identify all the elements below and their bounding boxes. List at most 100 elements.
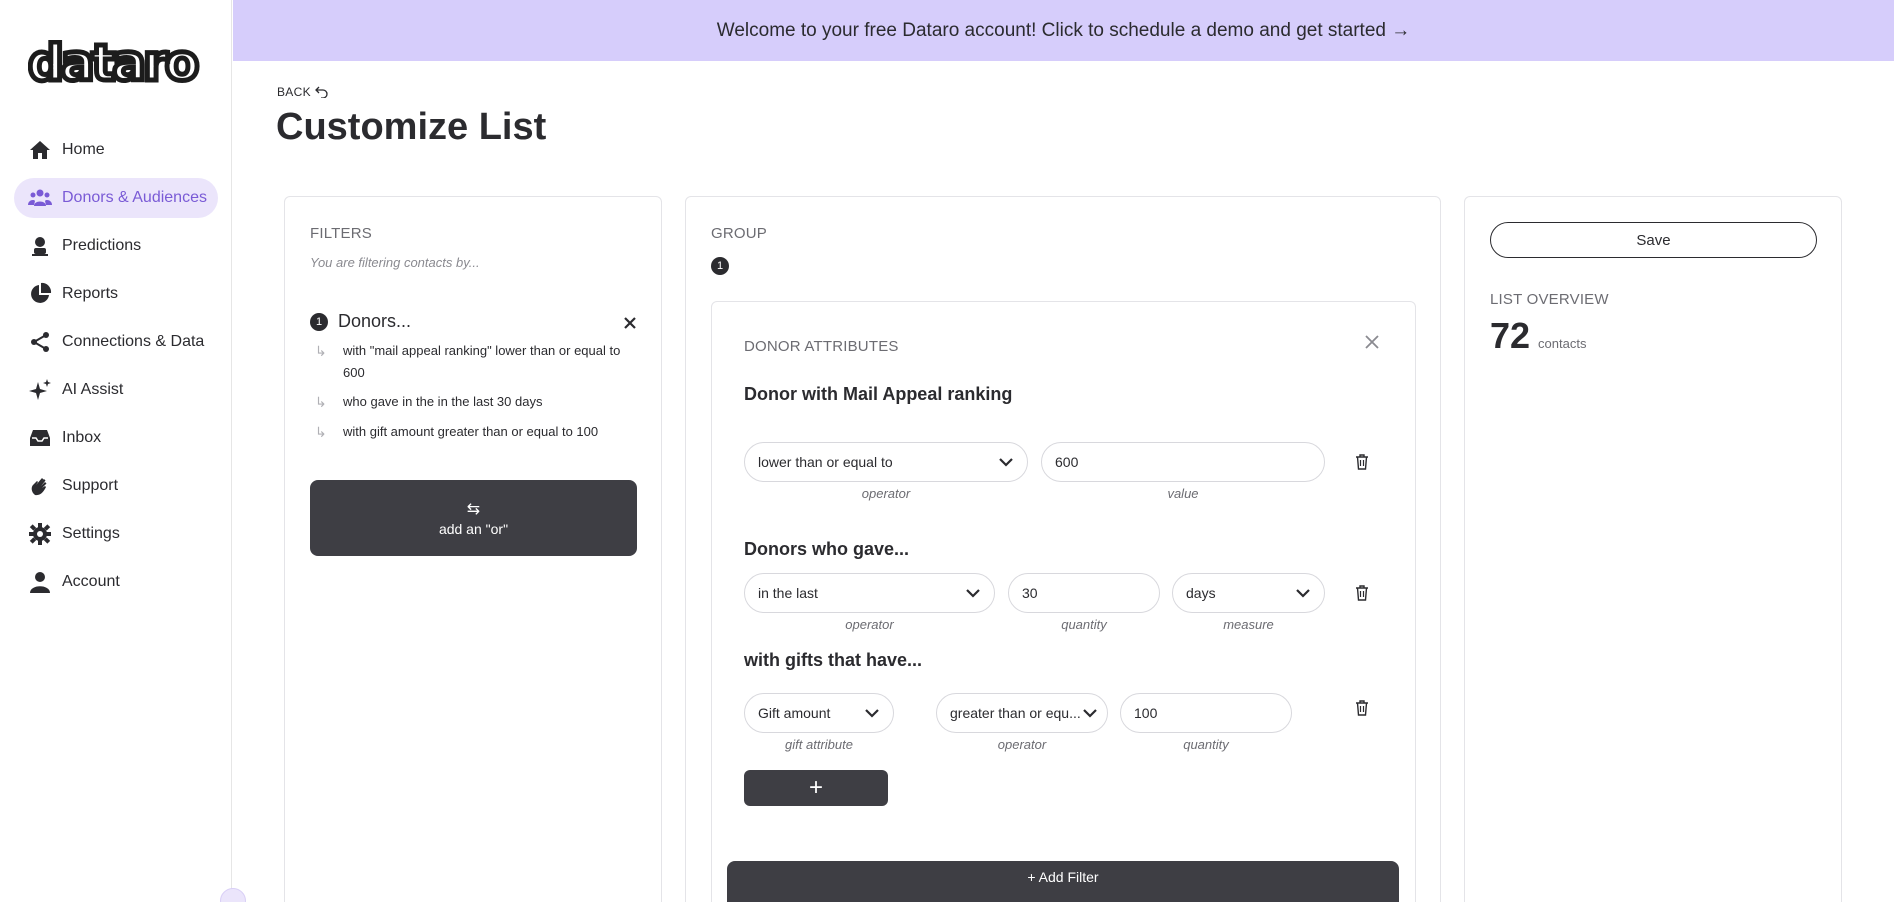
- contact-count: 72 contacts: [1490, 315, 1586, 357]
- chevron-down-icon: [1083, 709, 1097, 718]
- back-label: BACK: [277, 85, 311, 99]
- gift-attribute-select[interactable]: Gift amount: [744, 693, 894, 733]
- demo-banner[interactable]: Welcome to your free Dataro account! Cli…: [233, 0, 1894, 61]
- contact-count-unit: contacts: [1538, 336, 1587, 351]
- add-or-button[interactable]: ⇆ add an "or": [310, 480, 637, 556]
- operator-value: in the last: [758, 585, 818, 601]
- operator-select[interactable]: greater than or equ...: [936, 693, 1108, 733]
- sidebar-collapse-handle[interactable]: [220, 888, 246, 902]
- trash-icon[interactable]: [1355, 700, 1369, 716]
- sidebar-item-label: AI Assist: [62, 381, 124, 398]
- svg-text:dataro: dataro: [28, 40, 198, 88]
- swap-arrows-icon: ⇆: [466, 501, 481, 518]
- close-icon[interactable]: [1364, 334, 1380, 350]
- add-gift-condition-button[interactable]: +: [744, 770, 888, 806]
- measure-select[interactable]: days: [1172, 573, 1325, 613]
- sidebar-nav: Home Donors & Audiences Predictions Repo…: [14, 130, 218, 610]
- fortune-teller-icon: [28, 234, 52, 258]
- filters-panel: FILTERS You are filtering contacts by...…: [284, 196, 662, 902]
- filter-rule: ↳ with gift amount greater than or equal…: [315, 421, 635, 443]
- trash-icon[interactable]: [1355, 454, 1369, 470]
- sidebar-item-label: Predictions: [62, 237, 142, 254]
- sidebar-item-account[interactable]: Account: [14, 562, 218, 602]
- gift-attribute-value: Gift amount: [758, 705, 831, 721]
- back-button[interactable]: BACK: [277, 85, 328, 99]
- operator-value: greater than or equ...: [950, 705, 1081, 721]
- pie-chart-icon: [28, 282, 52, 306]
- filter-rule: ↳ who gave in the in the last 30 days: [315, 391, 635, 413]
- value-text: 600: [1055, 454, 1079, 470]
- contact-count-number: 72: [1490, 315, 1531, 356]
- plus-icon: +: [808, 774, 823, 801]
- gear-icon: [28, 522, 52, 546]
- subitem-arrow-icon: ↳: [315, 343, 327, 359]
- undo-arrow-icon: [314, 86, 328, 98]
- filter-rule-text: with gift amount greater than or equal t…: [343, 424, 599, 439]
- quantity-text: 100: [1134, 705, 1158, 721]
- group-panel: GROUP 1 DONOR ATTRIBUTES Donor with Mail…: [685, 196, 1441, 902]
- sidebar-item-label: Account: [62, 573, 120, 590]
- close-icon[interactable]: [622, 315, 638, 331]
- add-or-label: add an "or": [438, 521, 509, 537]
- group-label: GROUP: [711, 225, 768, 242]
- sidebar-item-support[interactable]: Support: [14, 466, 218, 506]
- filter-rule-text: with "mail appeal ranking" lower than or…: [343, 343, 621, 380]
- operator-caption: operator: [845, 617, 894, 632]
- page-title: Customize List: [276, 106, 547, 148]
- banner-text: Welcome to your free Dataro account! Cli…: [716, 19, 1411, 41]
- sidebar-item-reports[interactable]: Reports: [14, 274, 218, 314]
- sidebar-item-connections-data[interactable]: Connections & Data: [14, 322, 218, 362]
- donor-attributes-card: DONOR ATTRIBUTES Donor with Mail Appeal …: [711, 301, 1416, 902]
- sidebar-item-label: Home: [62, 141, 105, 158]
- sidebar-item-label: Reports: [62, 285, 119, 302]
- group-number-badge: 1: [310, 312, 328, 331]
- gift-attribute-caption: gift attribute: [785, 737, 853, 752]
- section-title-donors-who-gave: Donors who gave...: [744, 539, 910, 559]
- waving-hand-icon: [28, 474, 52, 498]
- value-input[interactable]: 600: [1041, 442, 1325, 482]
- quantity-text: 30: [1022, 585, 1038, 601]
- add-filter-button[interactable]: + Add Filter: [727, 861, 1399, 902]
- sparkles-icon: [28, 378, 52, 402]
- list-overview-label: LIST OVERVIEW: [1490, 291, 1609, 308]
- filters-subtitle: You are filtering contacts by...: [310, 255, 480, 270]
- quantity-caption: quantity: [1183, 737, 1229, 752]
- section-title-gifts: with gifts that have...: [744, 650, 923, 670]
- dataro-logo[interactable]: dataro: [26, 32, 204, 95]
- quantity-input[interactable]: 100: [1120, 693, 1292, 733]
- section-title-mail-appeal: Donor with Mail Appeal ranking: [744, 384, 1013, 404]
- sidebar-item-predictions[interactable]: Predictions: [14, 226, 218, 266]
- operator-caption: operator: [997, 737, 1047, 752]
- save-button[interactable]: Save: [1490, 222, 1817, 258]
- sidebar-item-inbox[interactable]: Inbox: [14, 418, 218, 458]
- sidebar-item-donors-audiences[interactable]: Donors & Audiences: [14, 178, 218, 218]
- value-caption: value: [1167, 486, 1199, 501]
- quantity-caption: quantity: [1061, 617, 1107, 632]
- sidebar-item-ai-assist[interactable]: AI Assist: [14, 370, 218, 410]
- trash-icon[interactable]: [1355, 585, 1369, 601]
- chevron-down-icon: [865, 709, 879, 718]
- sidebar-item-label: Inbox: [62, 429, 102, 446]
- sidebar-item-label: Support: [62, 477, 119, 494]
- inbox-icon: [28, 426, 52, 450]
- chevron-down-icon: [999, 458, 1013, 467]
- home-icon: [28, 138, 52, 162]
- sidebar-item-label: Donors & Audiences: [62, 189, 207, 206]
- operator-value: lower than or equal to: [758, 454, 893, 470]
- sidebar-item-home[interactable]: Home: [14, 130, 218, 170]
- sidebar: dataro Home Donors & Audiences Predictio…: [0, 0, 246, 902]
- sidebar-item-label: Connections & Data: [62, 333, 205, 350]
- measure-value: days: [1186, 585, 1216, 601]
- operator-select[interactable]: in the last: [744, 573, 995, 613]
- filter-group-header: 1 Donors...: [310, 311, 411, 332]
- sidebar-item-label: Settings: [62, 525, 120, 542]
- sidebar-item-settings[interactable]: Settings: [14, 514, 218, 554]
- chevron-down-icon: [966, 589, 980, 598]
- share-icon: [28, 330, 52, 354]
- quantity-input[interactable]: 30: [1008, 573, 1160, 613]
- operator-select[interactable]: lower than or equal to: [744, 442, 1028, 482]
- filter-rule-text: who gave in the in the last 30 days: [343, 394, 543, 409]
- user-icon: [28, 570, 52, 594]
- donor-attributes-label: DONOR ATTRIBUTES: [744, 338, 899, 355]
- people-icon: [28, 186, 52, 210]
